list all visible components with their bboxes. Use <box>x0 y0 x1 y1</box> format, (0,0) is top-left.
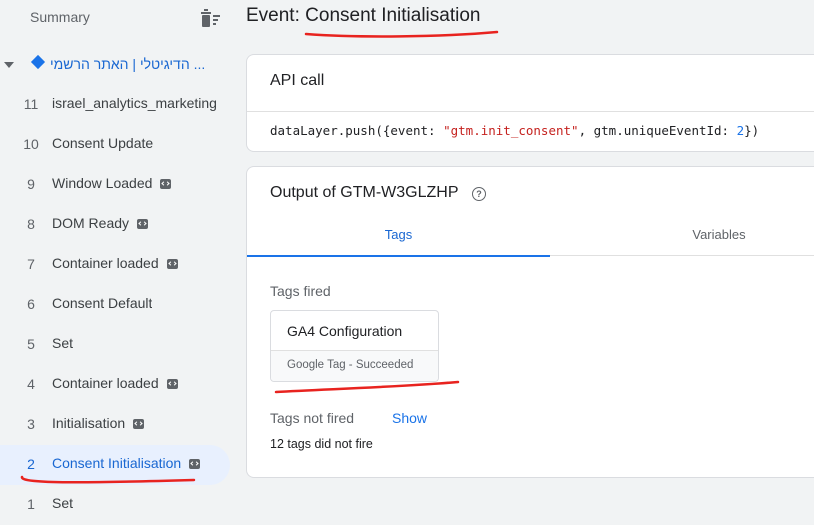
event-item[interactable]: 11 israel_analytics_marketing <box>0 85 230 125</box>
show-not-fired-link[interactable]: Show <box>392 410 427 426</box>
event-number: 7 <box>27 256 35 272</box>
event-item[interactable]: 2 Consent Initialisation <box>0 445 230 485</box>
event-item[interactable]: 8 DOM Ready <box>0 205 230 245</box>
event-number: 10 <box>23 136 39 152</box>
event-item[interactable]: 3 Initialisation <box>0 405 230 445</box>
event-sidebar: Summary הדיגיטלי | האתר הרשמי ... 11 isra… <box>0 0 236 520</box>
custom-event-code-icon <box>166 379 178 389</box>
event-label: Container loaded <box>52 255 159 271</box>
summary-item[interactable]: Summary <box>0 0 236 36</box>
event-item[interactable]: 1 Set <box>0 485 230 525</box>
code-number: 2 <box>736 123 745 138</box>
event-label: israel_analytics_marketing <box>52 95 217 111</box>
event-label: Container loaded <box>52 375 159 391</box>
tab-tags[interactable]: Tags <box>247 217 550 257</box>
custom-event-code-icon <box>160 179 172 189</box>
summary-label: Summary <box>30 9 90 25</box>
event-label: Window Loaded <box>52 175 153 191</box>
event-label: Consent Initialisation <box>52 455 182 471</box>
fired-tag-card[interactable]: GA4 Configuration Google Tag - Succeeded <box>270 310 439 382</box>
not-fired-summary: 12 tags did not fire <box>270 437 373 451</box>
fired-tag-name: GA4 Configuration <box>287 323 403 339</box>
custom-event-code-icon <box>133 419 145 429</box>
collapse-caret-icon[interactable] <box>4 62 14 68</box>
output-card: Output of GTM-W3GLZHP ? Tags Variables T… <box>246 166 814 478</box>
page-title-event: Consent Initialisation <box>305 5 481 26</box>
help-icon[interactable]: ? <box>472 187 486 201</box>
event-label: DOM Ready <box>52 215 130 231</box>
api-call-code: dataLayer.push({event: "gtm.init_consent… <box>270 123 759 138</box>
clear-list-icon[interactable] <box>198 7 222 29</box>
custom-event-code-icon <box>137 219 149 229</box>
api-call-card: API call dataLayer.push({event: "gtm.ini… <box>246 54 814 152</box>
custom-event-code-icon <box>166 259 178 269</box>
event-number: 1 <box>27 496 35 512</box>
event-number: 4 <box>27 376 35 392</box>
code-part: dataLayer.push({event: <box>270 123 444 138</box>
event-number: 9 <box>27 176 35 192</box>
fired-tag-status-bar: Google Tag - Succeeded <box>271 350 438 381</box>
event-item[interactable]: 10 Consent Update <box>0 125 230 165</box>
code-part: , gtm.uniqueEventId: <box>578 123 737 138</box>
event-number: 3 <box>27 416 35 432</box>
underline-title-stroke <box>304 30 499 38</box>
output-heading: Output of GTM-W3GLZHP <box>270 184 459 201</box>
code-part: }) <box>744 123 760 138</box>
event-item[interactable]: 4 Container loaded <box>0 365 230 405</box>
page-title-prefix: Event: <box>246 5 306 26</box>
fired-tag-status: Google Tag - Succeeded <box>287 359 414 371</box>
event-number: 11 <box>23 96 39 112</box>
event-label: Set <box>52 495 74 511</box>
event-label: Consent Default <box>52 295 153 311</box>
api-divider <box>247 111 814 112</box>
event-item[interactable]: 5 Set <box>0 325 230 365</box>
tab-variables[interactable]: Variables <box>550 217 814 255</box>
event-item[interactable]: 6 Consent Default <box>0 285 230 325</box>
event-item[interactable]: 9 Window Loaded <box>0 165 230 205</box>
tags-not-fired-label: Tags not fired <box>270 410 355 426</box>
page-title: Event: Consent Initialisation <box>246 5 480 27</box>
event-label: Consent Update <box>52 135 154 151</box>
site-page-label: הדיגיטלי | האתר הרשמי ... <box>50 56 206 72</box>
event-label: Set <box>52 335 74 351</box>
tags-fired-label: Tags fired <box>270 283 331 299</box>
output-tabs: Tags Variables <box>247 217 814 257</box>
event-number: 2 <box>27 456 35 472</box>
event-number: 6 <box>27 296 35 312</box>
code-string: "gtm.init_consent" <box>443 123 579 138</box>
event-item[interactable]: 7 Container loaded <box>0 245 230 285</box>
custom-event-code-icon <box>189 459 201 469</box>
api-call-heading: API call <box>270 72 325 89</box>
event-number: 8 <box>27 216 35 232</box>
event-number: 5 <box>27 336 35 352</box>
event-label: Initialisation <box>52 415 126 431</box>
